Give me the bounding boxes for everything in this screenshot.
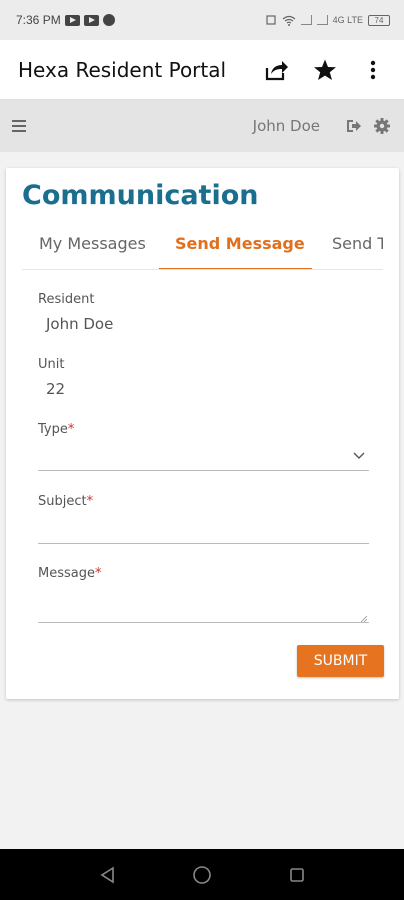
youtube-icon bbox=[64, 14, 80, 26]
unit-value: 22 bbox=[46, 380, 66, 398]
battery-icon: 74 bbox=[368, 14, 390, 26]
recents-icon[interactable] bbox=[285, 863, 309, 887]
star-icon[interactable] bbox=[312, 57, 338, 83]
required-marker: * bbox=[67, 422, 75, 437]
chevron-down-icon bbox=[353, 452, 365, 459]
type-label: Type* bbox=[38, 422, 75, 437]
home-icon[interactable] bbox=[190, 863, 214, 887]
system-nav-bar bbox=[0, 849, 404, 900]
gear-icon[interactable] bbox=[372, 116, 392, 136]
tab-bar: My Messages Send Message Send Te bbox=[22, 226, 383, 270]
page-title: Communication bbox=[22, 180, 259, 211]
app-title: Hexa Resident Portal bbox=[18, 57, 227, 82]
menu-icon[interactable] bbox=[12, 116, 32, 136]
tab-send-text[interactable]: Send Te bbox=[332, 234, 383, 253]
share-icon[interactable] bbox=[264, 57, 290, 83]
wifi-icon bbox=[282, 15, 296, 26]
logout-icon[interactable] bbox=[344, 116, 364, 136]
more-vert-icon[interactable] bbox=[360, 57, 386, 83]
status-bar: 7:36 PM 4G LTE 74 bbox=[0, 0, 404, 40]
resident-label: Resident bbox=[38, 292, 95, 307]
header-user-name[interactable]: John Doe bbox=[253, 117, 320, 135]
status-right: 4G LTE 74 bbox=[265, 14, 390, 26]
rotate-icon bbox=[266, 15, 276, 25]
app-bar: Hexa Resident Portal bbox=[0, 40, 404, 100]
submit-button[interactable]: SUBMIT bbox=[297, 645, 384, 677]
message-label: Message* bbox=[38, 566, 102, 581]
portal-header: John Doe bbox=[0, 100, 404, 152]
tab-send-message[interactable]: Send Message bbox=[175, 234, 305, 253]
back-icon[interactable] bbox=[95, 863, 119, 887]
active-tab-indicator bbox=[159, 268, 312, 269]
resident-value: John Doe bbox=[46, 315, 114, 333]
type-select[interactable] bbox=[38, 444, 369, 471]
signal-icon bbox=[300, 15, 312, 25]
network-type: 4G LTE bbox=[332, 15, 363, 25]
unit-label: Unit bbox=[38, 357, 65, 372]
subject-input[interactable] bbox=[38, 514, 369, 544]
required-marker: * bbox=[86, 494, 94, 509]
status-left: 7:36 PM bbox=[16, 13, 115, 27]
required-marker: * bbox=[94, 566, 102, 581]
subject-label: Subject* bbox=[38, 494, 94, 509]
status-time: 7:36 PM bbox=[16, 13, 61, 27]
message-textarea[interactable] bbox=[38, 588, 369, 623]
app-bar-actions bbox=[264, 57, 386, 83]
app-notification-icon bbox=[102, 14, 115, 26]
communication-card: Communication My Messages Send Message S… bbox=[6, 168, 399, 699]
resize-handle-icon[interactable] bbox=[361, 616, 367, 622]
signal-icon-2 bbox=[316, 15, 328, 25]
tab-my-messages[interactable]: My Messages bbox=[39, 234, 146, 253]
youtube-icon-2 bbox=[83, 14, 99, 26]
